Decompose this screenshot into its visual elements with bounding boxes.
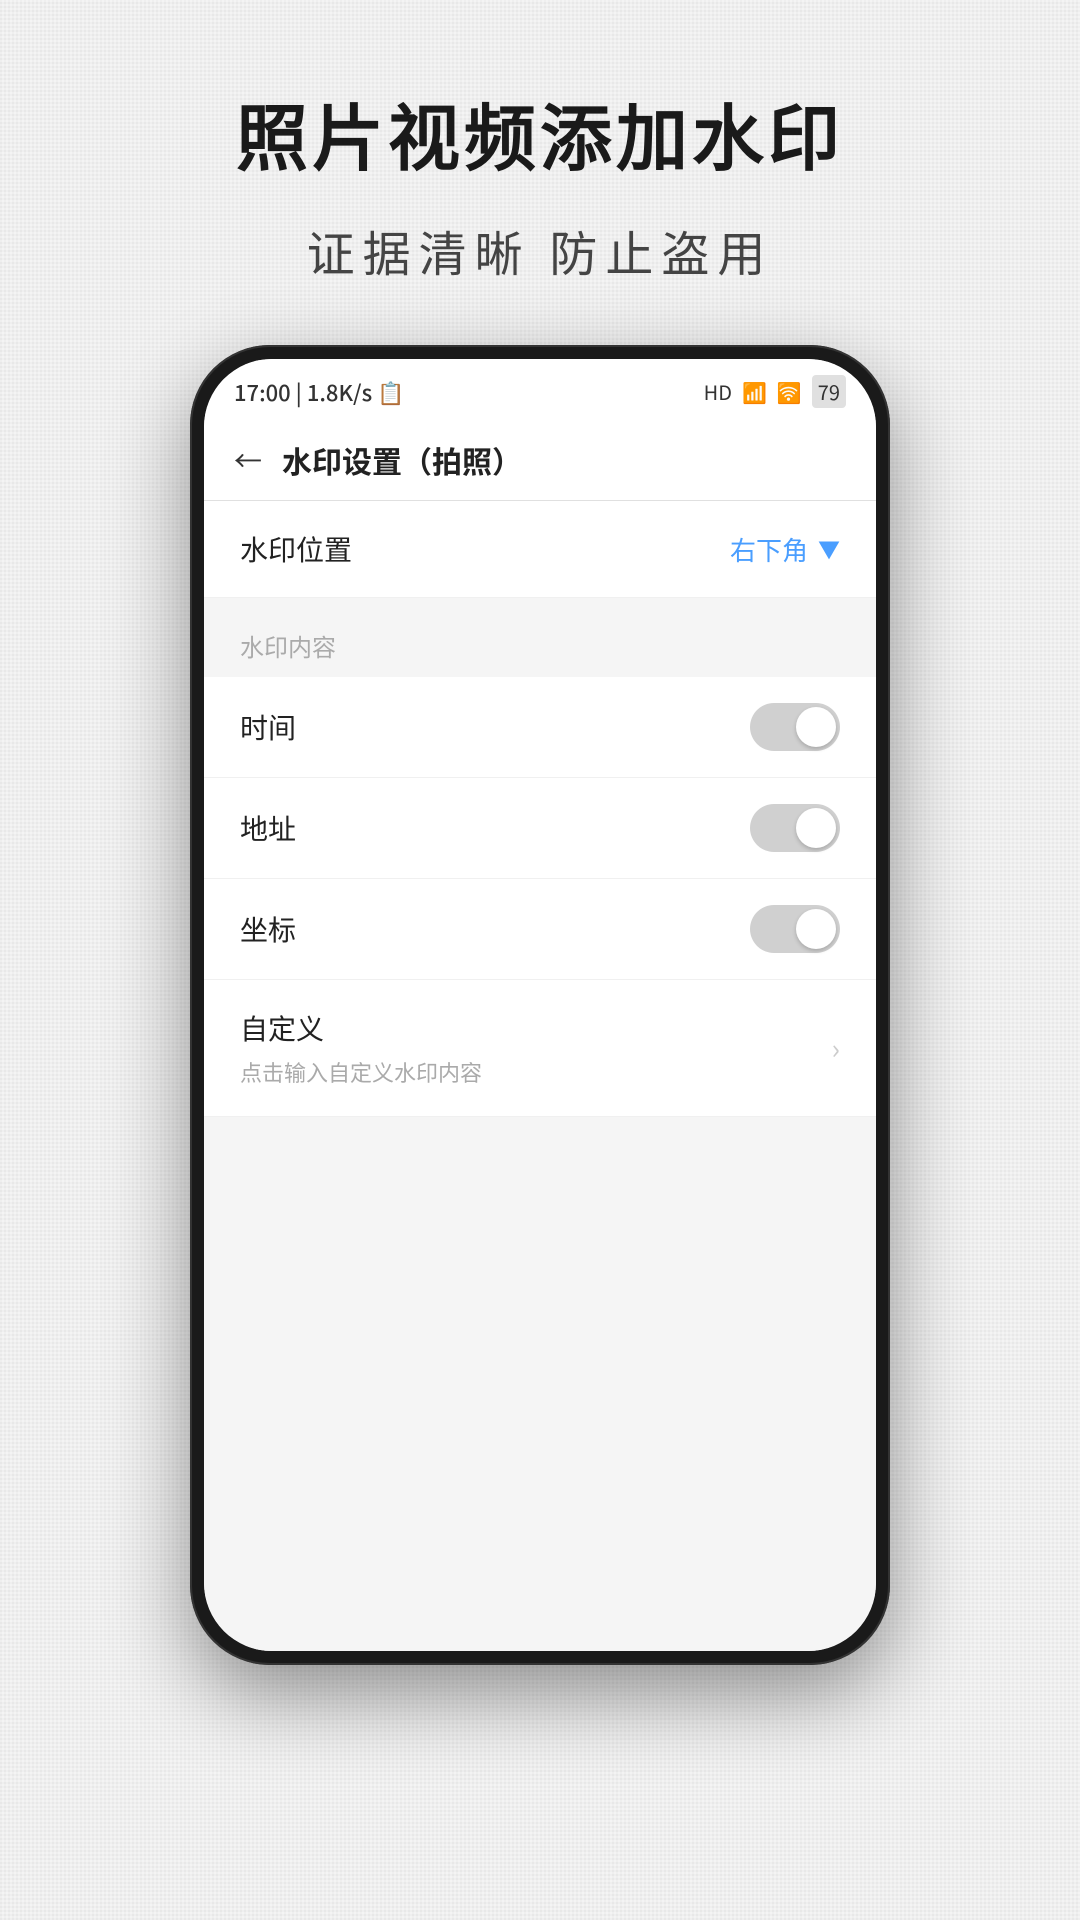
main-title: 照片视频添加水印	[236, 80, 844, 185]
wifi-icon: 🛜	[777, 377, 802, 406]
status-bar: 17:00 | 1.8K/s 📋 HD 📶 🛜 79	[204, 359, 876, 420]
hd-badge: HD	[704, 377, 732, 406]
battery-icon: 79	[812, 375, 846, 408]
phone-wrapper: 17:00 | 1.8K/s 📋 HD 📶 🛜 79 ← 水印设置（拍照） 水印…	[190, 345, 890, 1665]
watermark-position-label: 水印位置	[240, 529, 352, 569]
page-header: 照片视频添加水印 证据清晰 防止盗用	[236, 80, 844, 285]
sub-title: 证据清晰 防止盗用	[236, 215, 844, 285]
signal-icon: 📶	[742, 377, 767, 406]
custom-row-hint: 点击输入自定义水印内容	[240, 1056, 482, 1088]
custom-row-left: 自定义 点击输入自定义水印内容	[240, 1008, 482, 1088]
phone-frame: 17:00 | 1.8K/s 📋 HD 📶 🛜 79 ← 水印设置（拍照） 水印…	[190, 345, 890, 1665]
chevron-right-icon: ›	[832, 1028, 840, 1068]
nav-title: 水印设置（拍照）	[282, 438, 522, 482]
address-toggle-row: 地址	[204, 778, 876, 879]
watermark-content-header: 水印内容	[204, 614, 876, 677]
custom-row[interactable]: 自定义 点击输入自定义水印内容 ›	[204, 980, 876, 1117]
status-time: 17:00 | 1.8K/s 📋	[234, 376, 405, 408]
address-toggle[interactable]	[750, 804, 840, 852]
dropdown-arrow-icon: ▼	[818, 533, 840, 565]
position-value-text: 右下角	[730, 531, 808, 568]
section-header-text: 水印内容	[240, 628, 336, 663]
address-label: 地址	[240, 808, 296, 848]
back-button[interactable]: ←	[234, 440, 262, 480]
coordinates-toggle[interactable]	[750, 905, 840, 953]
status-right: HD 📶 🛜 79	[704, 375, 846, 408]
coordinates-toggle-row: 坐标	[204, 879, 876, 980]
time-toggle[interactable]	[750, 703, 840, 751]
time-toggle-row: 时间	[204, 677, 876, 778]
watermark-position-value[interactable]: 右下角 ▼	[730, 531, 840, 568]
watermark-position-row[interactable]: 水印位置 右下角 ▼	[204, 501, 876, 598]
content-area: 水印位置 右下角 ▼ 水印内容 时间 地址	[204, 501, 876, 1651]
coordinates-label: 坐标	[240, 909, 296, 949]
nav-bar: ← 水印设置（拍照）	[204, 420, 876, 501]
custom-row-title: 自定义	[240, 1008, 482, 1048]
phone-screen: 17:00 | 1.8K/s 📋 HD 📶 🛜 79 ← 水印设置（拍照） 水印…	[204, 359, 876, 1651]
time-label: 时间	[240, 707, 296, 747]
